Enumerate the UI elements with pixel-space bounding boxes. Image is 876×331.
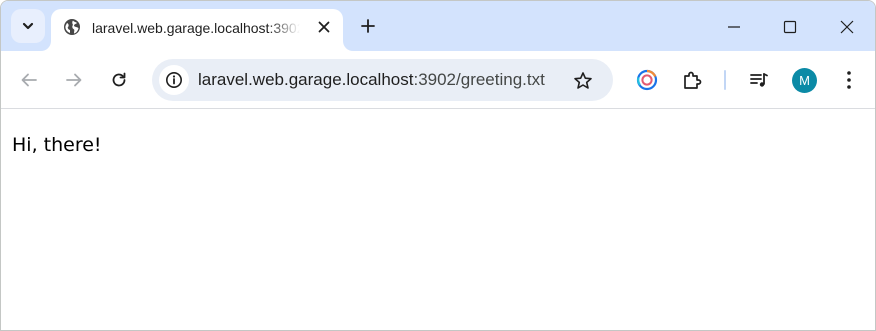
address-bar[interactable]: laravel.web.garage.localhost:3902/greeti… bbox=[152, 59, 613, 101]
forward-button[interactable] bbox=[57, 63, 91, 97]
extension-button[interactable] bbox=[630, 63, 664, 97]
back-button[interactable] bbox=[12, 63, 46, 97]
more-vert-icon bbox=[847, 71, 851, 89]
bookmark-button[interactable] bbox=[570, 68, 596, 94]
close-window-button[interactable] bbox=[827, 9, 867, 45]
new-tab-button[interactable] bbox=[355, 13, 381, 39]
arrow-left-icon bbox=[21, 73, 37, 87]
tab-strip: laravel.web.garage.localhost:3902/greeti… bbox=[1, 1, 875, 51]
minimize-button[interactable] bbox=[714, 9, 754, 45]
copilot-icon bbox=[636, 69, 658, 91]
playlist-icon bbox=[750, 73, 768, 87]
puzzle-icon bbox=[684, 71, 702, 89]
close-icon bbox=[840, 20, 854, 34]
page-content: Hi, there! bbox=[1, 110, 875, 330]
close-icon bbox=[318, 21, 330, 33]
toolbar: laravel.web.garage.localhost:3902/greeti… bbox=[1, 51, 875, 109]
plus-icon bbox=[361, 19, 375, 33]
maximize-button[interactable] bbox=[770, 9, 810, 45]
minimize-icon bbox=[728, 26, 740, 28]
tab-active[interactable]: laravel.web.garage.localhost:3902/greeti… bbox=[51, 9, 343, 51]
info-icon bbox=[166, 72, 182, 88]
tab-close-button[interactable] bbox=[313, 16, 335, 38]
url-path: :3902/greeting.txt bbox=[413, 70, 545, 89]
tab-search-button[interactable] bbox=[11, 9, 45, 43]
maximize-icon bbox=[783, 20, 797, 34]
url-host: laravel.web.garage.localhost bbox=[198, 70, 414, 89]
tab-title: laravel.web.garage.localhost:3902/greeti… bbox=[92, 20, 300, 36]
arrow-right-icon bbox=[66, 73, 82, 87]
star-icon bbox=[574, 72, 592, 89]
toolbar-separator bbox=[724, 70, 726, 90]
extensions-menu-button[interactable] bbox=[675, 63, 709, 97]
chevron-down-icon bbox=[22, 22, 34, 30]
page-body-text: Hi, there! bbox=[12, 134, 102, 156]
reading-list-button[interactable] bbox=[742, 63, 776, 97]
more-menu-button[interactable] bbox=[832, 63, 866, 97]
globe-icon bbox=[64, 19, 80, 35]
profile-avatar[interactable]: M bbox=[792, 68, 817, 93]
browser-window: laravel.web.garage.localhost:3902/greeti… bbox=[0, 0, 876, 331]
url-text[interactable]: laravel.web.garage.localhost:3902/greeti… bbox=[198, 69, 545, 91]
site-info-button[interactable] bbox=[159, 65, 189, 95]
reload-button[interactable] bbox=[102, 63, 136, 97]
reload-icon bbox=[112, 72, 126, 87]
